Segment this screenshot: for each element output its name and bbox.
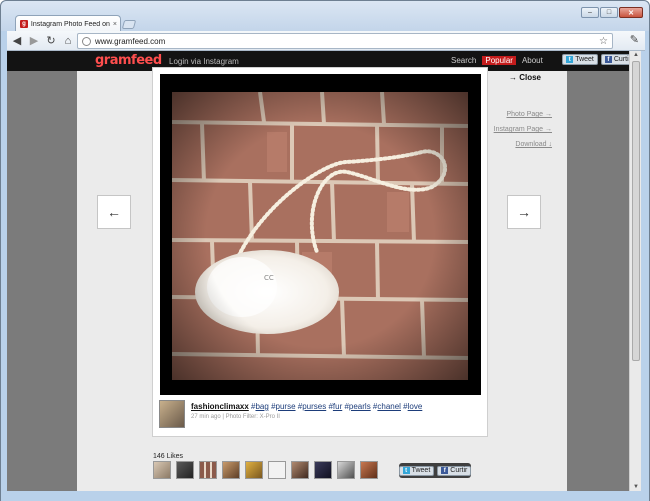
scroll-thumb[interactable] xyxy=(632,61,640,361)
liker-avatar[interactable] xyxy=(268,461,286,479)
tab-title: Instagram Photo Feed on t xyxy=(30,20,110,28)
bottom-share: t Tweet f Curtir xyxy=(398,463,472,478)
tweet-label: Tweet xyxy=(411,467,431,474)
address-bar[interactable]: www.gramfeed.com ☆ xyxy=(77,33,613,49)
nav-about[interactable]: About xyxy=(522,56,543,65)
maximize-button[interactable]: □ xyxy=(600,7,618,18)
curtir-button[interactable]: f Curtir xyxy=(437,465,472,476)
tab-close-icon[interactable]: × xyxy=(113,21,117,28)
login-link[interactable]: Login via Instagram xyxy=(169,57,239,66)
liker-avatar[interactable] xyxy=(291,461,309,479)
browser-toolbar: ◀ ▶ ↻ ⌂ www.gramfeed.com ☆ ✎ xyxy=(7,31,645,51)
title-bar: g Instagram Photo Feed on t × – □ ✕ xyxy=(1,1,649,32)
caption: fashionclimaxx #bag #purse #purses #fur … xyxy=(191,402,423,411)
page-globe-icon xyxy=(82,36,91,46)
next-photo-button[interactable]: → xyxy=(507,195,541,229)
favicon-icon: g xyxy=(20,20,28,28)
new-tab-button[interactable] xyxy=(121,20,137,29)
liker-avatar[interactable] xyxy=(222,461,240,479)
tweet-button[interactable]: t Tweet xyxy=(562,54,598,65)
tag-link[interactable]: fur xyxy=(333,402,342,411)
vertical-scrollbar[interactable]: ▲ ▼ xyxy=(629,51,641,491)
curtir-label: Curtir xyxy=(450,467,468,474)
liker-avatar[interactable] xyxy=(153,461,171,479)
photo-page-link[interactable]: Photo Page → xyxy=(482,111,552,118)
username-link[interactable]: fashionclimaxx xyxy=(191,402,249,411)
browser-window: g Instagram Photo Feed on t × – □ ✕ ◀ ▶ … xyxy=(0,0,650,501)
url-text: www.gramfeed.com xyxy=(95,36,166,46)
facebook-icon: f xyxy=(441,467,449,474)
tag-link[interactable]: chanel xyxy=(377,402,401,411)
bookmark-star-icon[interactable]: ☆ xyxy=(599,36,608,47)
liker-avatar[interactable] xyxy=(245,461,263,479)
twitter-icon: t xyxy=(402,467,410,474)
tag-link[interactable]: purse xyxy=(276,402,296,411)
side-links: Photo Page → Instagram Page → Download ↓ xyxy=(482,111,552,156)
site-logo[interactable]: gramfeed xyxy=(95,53,162,68)
instagram-photo[interactable]: CC xyxy=(172,92,468,380)
tag-link[interactable]: pearls xyxy=(349,402,371,411)
scroll-down-icon[interactable]: ▼ xyxy=(632,484,640,490)
close-window-button[interactable]: ✕ xyxy=(619,7,643,18)
minimize-button[interactable]: – xyxy=(581,7,599,18)
home-icon[interactable]: ⌂ xyxy=(61,34,75,48)
liker-avatar[interactable] xyxy=(176,461,194,479)
reload-icon[interactable]: ↻ xyxy=(44,34,58,48)
previous-photo-button[interactable]: ← xyxy=(97,195,131,229)
scroll-up-icon[interactable]: ▲ xyxy=(632,52,640,58)
liker-avatar[interactable] xyxy=(360,461,378,479)
window-controls: – □ ✕ xyxy=(581,7,643,19)
likes-count: 146 Likes xyxy=(153,453,183,460)
tag-link[interactable]: love xyxy=(408,402,423,411)
wrench-icon[interactable]: ✎ xyxy=(630,33,639,46)
facebook-icon: f xyxy=(604,56,612,63)
close-overlay-button[interactable]: → Close xyxy=(509,73,541,82)
liker-avatar[interactable] xyxy=(199,461,217,479)
site-nav: Search Popular About xyxy=(451,56,543,65)
photo-overlay: ← → → Close Photo Page → Instagram Page … xyxy=(77,67,567,491)
forward-arrow-icon[interactable]: ▶ xyxy=(27,34,41,48)
page-viewport: gramfeed Login via Instagram Search Popu… xyxy=(7,51,639,491)
tag-link[interactable]: bag xyxy=(255,402,268,411)
back-arrow-icon[interactable]: ◀ xyxy=(10,34,24,48)
photo-image: CC xyxy=(172,92,468,380)
nav-popular[interactable]: Popular xyxy=(482,56,516,65)
download-link[interactable]: Download ↓ xyxy=(482,141,552,148)
instagram-page-link[interactable]: Instagram Page → xyxy=(482,126,552,133)
user-avatar[interactable] xyxy=(159,400,185,428)
liker-avatar[interactable] xyxy=(314,461,332,479)
photo-frame: CC xyxy=(160,74,481,395)
window-bottom-border xyxy=(1,491,649,501)
liker-avatar[interactable] xyxy=(337,461,355,479)
photo-card: CC fashionclimaxx #bag #purse #purses #f… xyxy=(152,67,488,437)
tweet-button[interactable]: t Tweet xyxy=(398,465,435,476)
tag-link[interactable]: purses xyxy=(302,402,326,411)
twitter-icon: t xyxy=(566,56,574,63)
likes-avatars xyxy=(153,461,378,479)
photo-meta: fashionclimaxx #bag #purse #purses #fur … xyxy=(159,400,479,430)
browser-tab[interactable]: g Instagram Photo Feed on t × xyxy=(15,15,121,32)
photo-timestamp: 27 min ago | Photo Filter: X-Pro II xyxy=(191,414,280,420)
header-share: t Tweet f Curtir xyxy=(562,54,635,65)
nav-search[interactable]: Search xyxy=(451,56,476,65)
tweet-label: Tweet xyxy=(575,56,594,63)
